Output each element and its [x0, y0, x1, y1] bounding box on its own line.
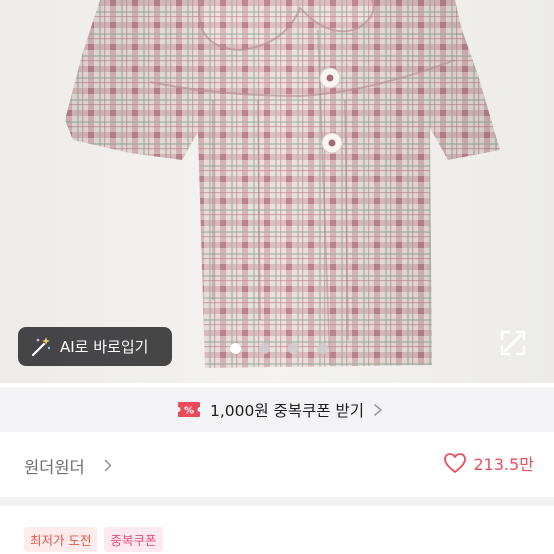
- like-button[interactable]: 213.5만: [443, 451, 534, 475]
- product-image-gallery[interactable]: AI로 바로입기: [0, 0, 554, 383]
- ai-try-on-button[interactable]: AI로 바로입기: [18, 327, 172, 366]
- pagination-dot-active[interactable]: [230, 343, 241, 354]
- section-divider: [0, 497, 554, 506]
- shop-name-link[interactable]: 원더원더: [24, 454, 85, 478]
- magic-wand-icon: [31, 336, 51, 356]
- heart-outline-icon: [444, 453, 467, 473]
- blouse-button: [321, 132, 343, 154]
- svg-text:%: %: [184, 406, 194, 417]
- pagination-dot[interactable]: [317, 343, 328, 354]
- coupon-ticket-icon: %: [177, 402, 200, 417]
- product-photo: [65, 0, 500, 368]
- shop-info-row: 원더원더 213.5만: [0, 432, 554, 497]
- pagination-dot[interactable]: [288, 343, 299, 354]
- like-count: 213.5만: [473, 455, 534, 474]
- ai-try-on-label: AI로 바로입기: [60, 338, 149, 356]
- fullscreen-expand-icon[interactable]: [499, 329, 527, 357]
- pagination-dot[interactable]: [259, 343, 270, 354]
- blouse-button: [319, 67, 341, 89]
- benefit-badges: 최저가 도전 중복쿠폰: [24, 527, 163, 552]
- gallery-pagination: [230, 343, 328, 354]
- coupon-text: 1,000원 중복쿠폰 받기: [209, 401, 365, 420]
- chevron-right-icon[interactable]: [104, 459, 112, 472]
- chevron-right-icon: [374, 403, 382, 416]
- lowest-price-badge: 최저가 도전: [24, 527, 98, 552]
- duplicate-coupon-bar[interactable]: % 1,000원 중복쿠폰 받기: [0, 387, 554, 432]
- duplicate-coupon-badge: 중복쿠폰: [104, 527, 163, 552]
